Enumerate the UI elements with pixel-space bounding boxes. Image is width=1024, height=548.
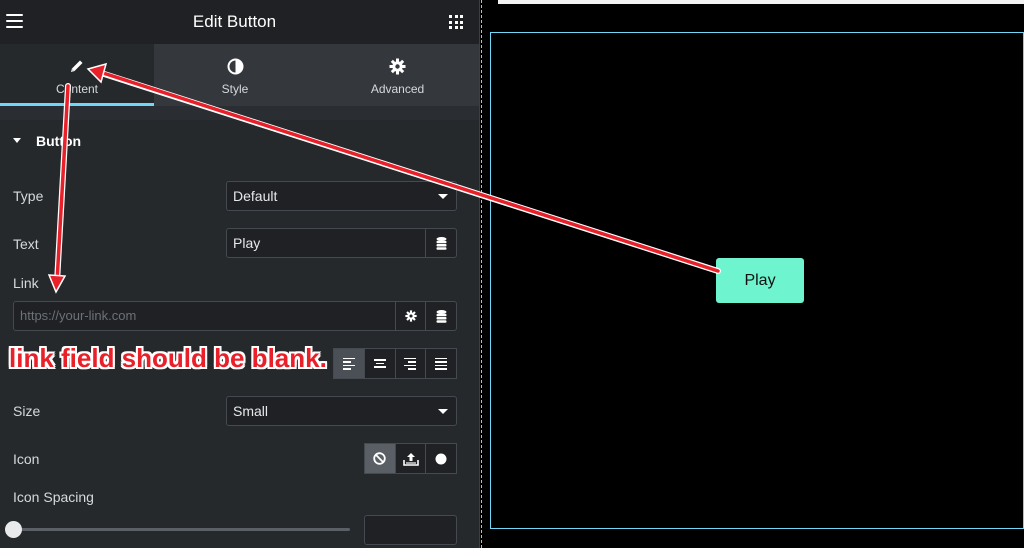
icon-label: Icon xyxy=(13,451,40,467)
align-left-icon xyxy=(342,356,355,372)
tab-style[interactable]: Style xyxy=(154,44,316,106)
align-left-button[interactable] xyxy=(333,348,365,379)
ban-icon xyxy=(373,452,387,465)
type-label: Type xyxy=(13,188,44,204)
annotation-note: link field should be blank. xyxy=(9,343,327,373)
link-dynamic-tags-button[interactable] xyxy=(425,301,457,331)
chevron-down-icon xyxy=(438,409,448,414)
align-justify-icon xyxy=(435,356,448,372)
canvas-top-strip xyxy=(498,0,1024,4)
widgets-grid-icon[interactable] xyxy=(449,15,463,29)
section-spacer xyxy=(0,106,479,120)
alignment-choices xyxy=(333,348,457,379)
upload-icon xyxy=(402,452,419,466)
gear-icon xyxy=(404,310,417,322)
icon-spacing-input[interactable] xyxy=(364,515,457,545)
align-right-button[interactable] xyxy=(394,348,427,379)
editor-panel: Edit Button Content Style Advanced Butto xyxy=(0,0,479,548)
icon-spacing-slider-track[interactable] xyxy=(13,528,350,531)
contrast-icon xyxy=(154,58,316,76)
gear-icon xyxy=(316,58,479,76)
icon-spacing-label: Icon Spacing xyxy=(13,489,94,505)
text-input[interactable]: Play xyxy=(226,228,426,258)
section-toggle-button[interactable]: Button xyxy=(0,120,479,164)
type-select[interactable]: Default xyxy=(226,181,457,211)
circle-icon xyxy=(435,453,447,464)
align-justify-button[interactable] xyxy=(425,348,457,379)
preview-play-button[interactable]: Play xyxy=(716,258,804,303)
dynamic-tags-button[interactable] xyxy=(425,228,457,258)
section-title: Button xyxy=(36,133,82,149)
link-options-button[interactable] xyxy=(395,301,426,331)
pencil-icon xyxy=(0,58,154,76)
tab-advanced-label: Advanced xyxy=(370,82,425,96)
link-label: Link xyxy=(13,275,39,291)
icon-spacing-slider-handle[interactable] xyxy=(5,521,22,538)
tab-content-label: Content xyxy=(55,82,99,96)
size-select[interactable]: Small xyxy=(226,396,457,426)
database-icon xyxy=(436,309,446,323)
tab-content[interactable]: Content xyxy=(0,44,154,106)
size-label: Size xyxy=(13,403,41,419)
icon-none-button[interactable] xyxy=(364,443,396,474)
type-select-value: Default xyxy=(233,188,278,204)
icon-choices xyxy=(364,443,458,474)
tab-style-label: Style xyxy=(221,82,249,96)
icon-upload-button[interactable] xyxy=(394,443,427,474)
align-right-icon xyxy=(404,356,417,372)
caret-down-icon xyxy=(13,138,21,143)
align-center-button[interactable] xyxy=(363,348,396,379)
link-input[interactable]: https://your-link.com xyxy=(13,301,396,331)
panel-resize-handle[interactable] xyxy=(481,0,482,548)
panel-title: Edit Button xyxy=(192,12,277,31)
size-select-value: Small xyxy=(233,403,269,419)
align-center-icon xyxy=(373,357,386,370)
text-label: Text xyxy=(13,236,39,252)
database-icon xyxy=(436,236,446,250)
panel-header: Edit Button xyxy=(0,0,479,44)
panel-tabs: Content Style Advanced xyxy=(0,44,479,106)
chevron-down-icon xyxy=(438,194,448,199)
tab-advanced[interactable]: Advanced xyxy=(316,44,479,106)
icon-circle-button[interactable] xyxy=(425,443,458,474)
panel-divider xyxy=(479,0,480,548)
